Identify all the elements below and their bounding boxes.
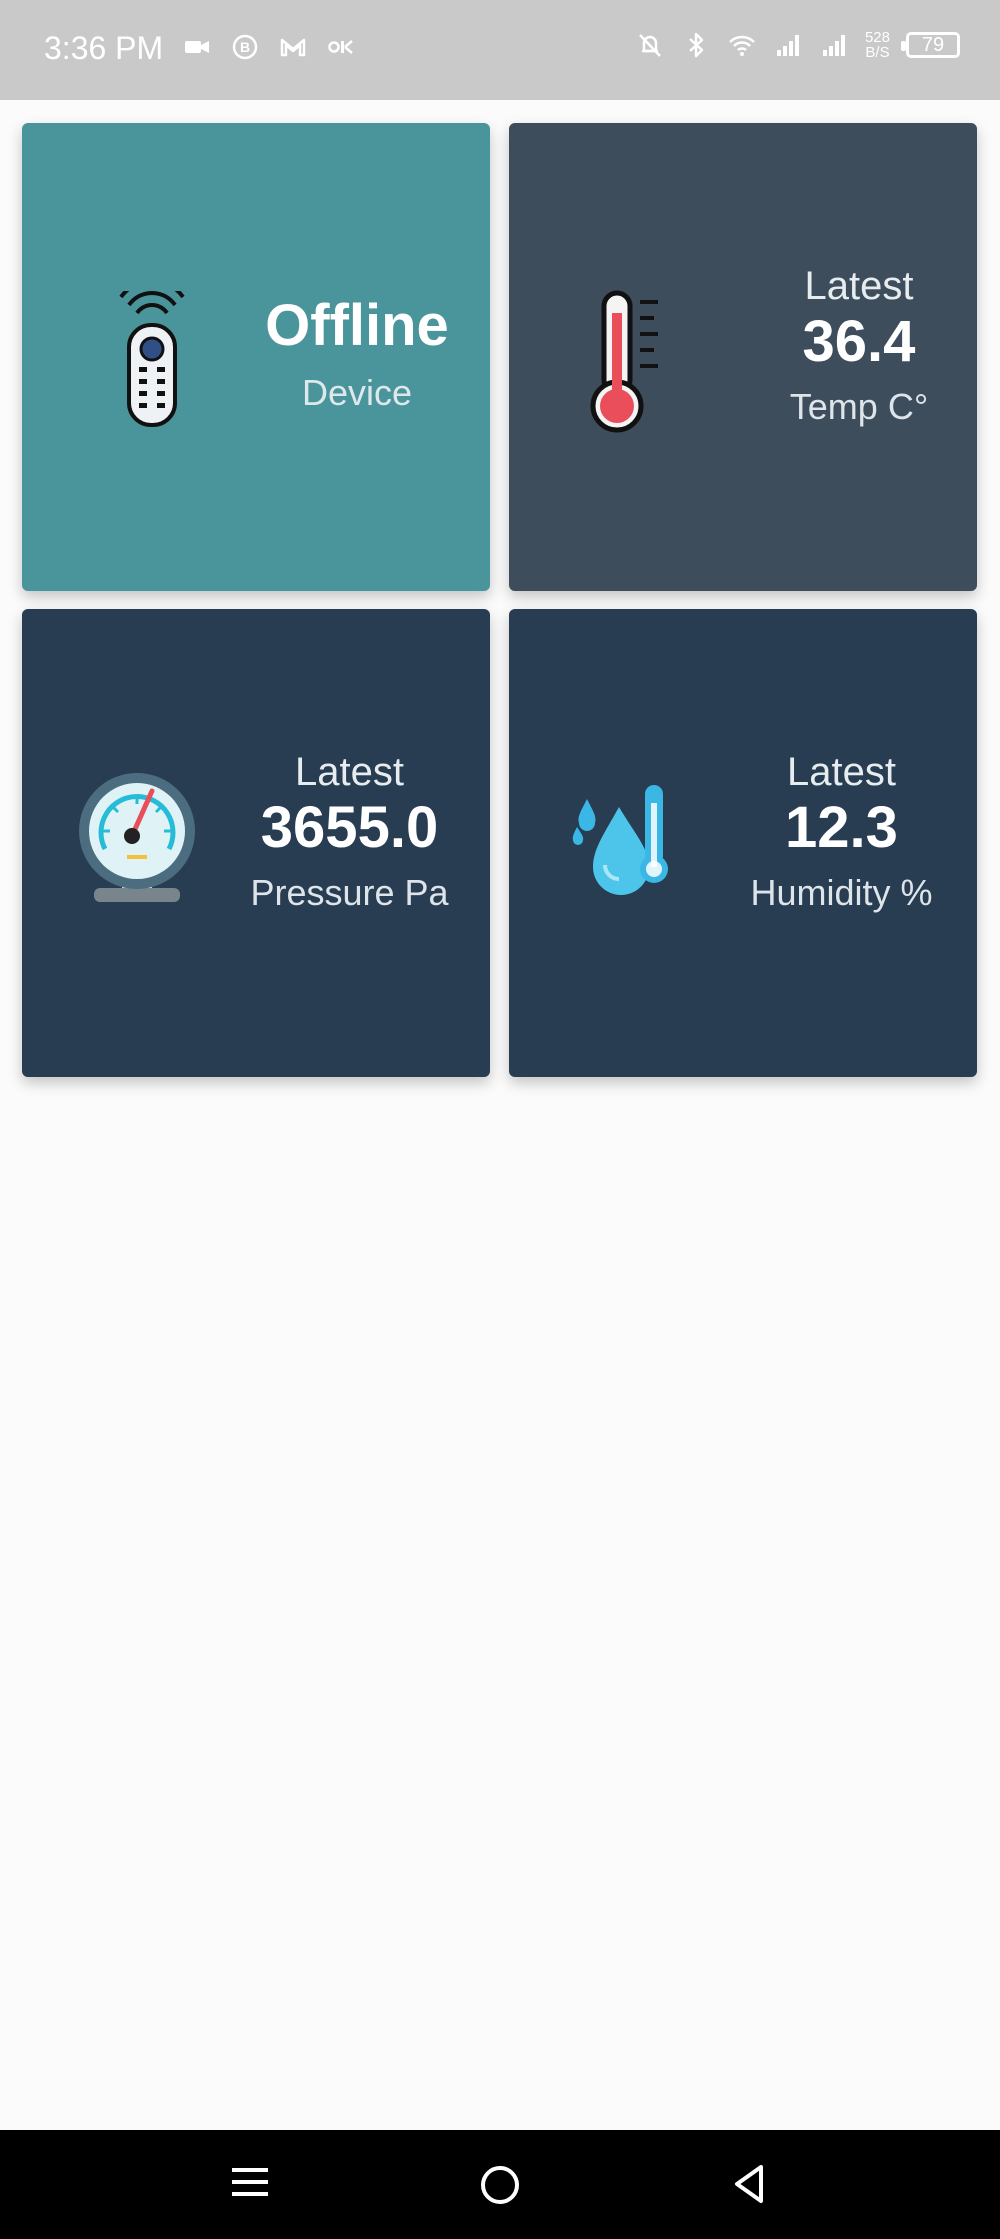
humidity-card-text: Latest 12.3 Humidity %	[724, 749, 959, 915]
home-icon[interactable]	[475, 2160, 525, 2210]
remote-control-icon	[119, 291, 185, 427]
signal-icon	[822, 35, 845, 56]
temperature-heading: Latest	[804, 264, 914, 308]
device-status-card[interactable]: Offline Device	[22, 123, 490, 591]
humidity-unit: Humidity %	[750, 872, 933, 913]
video-camera-icon	[185, 41, 209, 53]
net-speed-unit: B/S	[865, 44, 890, 61]
dashboard: Offline Device Latest 36.4 Temp C° Lates…	[0, 100, 1000, 2130]
humidity-drop-icon	[572, 785, 668, 895]
battery-icon: 79	[901, 32, 960, 58]
device-status: Offline	[265, 293, 449, 358]
muted-bell-icon	[639, 34, 661, 57]
navigation-bar	[0, 2130, 1000, 2239]
temperature-card[interactable]: Latest 36.4 Temp C°	[509, 123, 977, 591]
humidity-heading: Latest	[787, 750, 896, 794]
wifi-icon	[729, 35, 755, 56]
temperature-value: 36.4	[802, 309, 916, 374]
pressure-card[interactable]: Latest 3655.0 Pressure Pa	[22, 609, 490, 1077]
temperature-card-text: Latest 36.4 Temp C°	[759, 263, 959, 429]
pressure-card-text: Latest 3655.0 Pressure Pa	[227, 749, 472, 915]
humidity-card[interactable]: Latest 12.3 Humidity %	[509, 609, 977, 1077]
battery-level: 79	[921, 33, 945, 56]
pressure-value: 3655.0	[260, 795, 439, 860]
status-right-icons: 528 B/S 79	[635, 30, 960, 60]
voicemail-icon	[328, 40, 353, 54]
back-icon[interactable]	[725, 2160, 775, 2210]
bluetooth-icon	[689, 32, 704, 58]
net-speed-value: 528	[864, 29, 890, 46]
b-badge-icon: B	[232, 34, 258, 60]
device-card-text: Offline Device	[242, 293, 472, 415]
status-left-icons: B	[182, 32, 356, 62]
menu-icon[interactable]	[225, 2160, 275, 2210]
status-time: 3:36 PM	[44, 30, 164, 66]
pressure-unit: Pressure Pa	[250, 872, 449, 913]
humidity-value: 12.3	[785, 795, 898, 860]
gmail-icon	[280, 38, 306, 57]
thermometer-icon	[590, 290, 658, 433]
svg-text:B: B	[240, 39, 250, 55]
device-label: Device	[301, 372, 413, 413]
pressure-heading: Latest	[295, 750, 404, 794]
temperature-unit: Temp C°	[789, 386, 929, 427]
pressure-gauge-icon	[79, 773, 195, 902]
status-bar: 3:36 PM B 528 B/S 79	[0, 0, 1000, 100]
signal-icon	[776, 35, 799, 56]
net-speed: 528 B/S	[865, 30, 890, 60]
